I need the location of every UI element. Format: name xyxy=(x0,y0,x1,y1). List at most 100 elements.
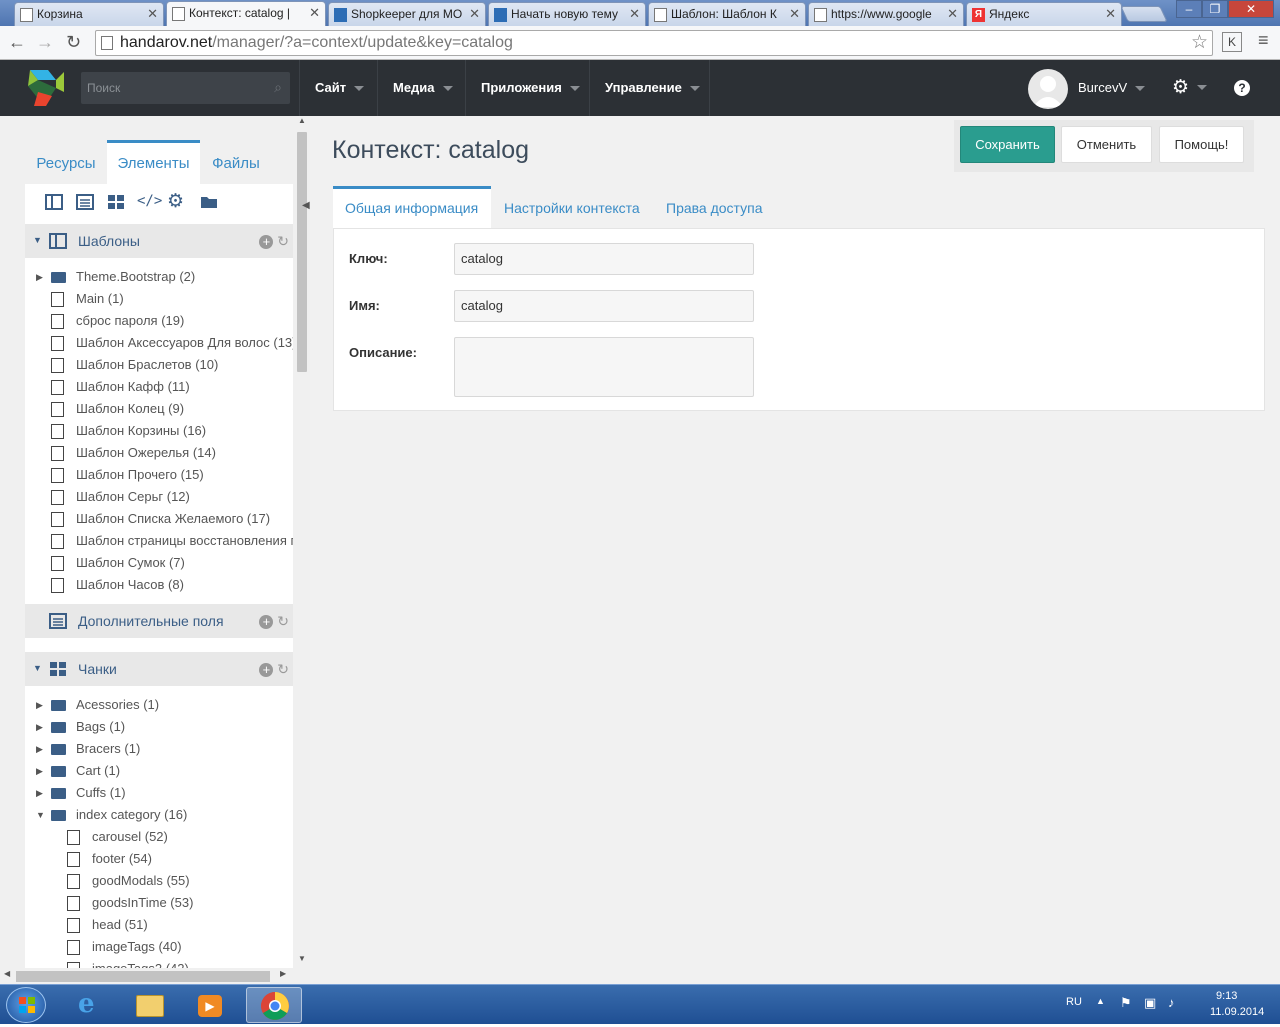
search-input[interactable]: Поиск ⌕ xyxy=(81,72,290,104)
caret-right-icon[interactable]: ▶ xyxy=(36,760,43,782)
menu-media[interactable]: Медиа xyxy=(377,60,465,116)
template-item[interactable]: Шаблон Колец (9) xyxy=(25,398,293,420)
close-icon[interactable]: ✕ xyxy=(309,5,320,21)
refresh-icon[interactable]: ↻ xyxy=(277,661,289,677)
menu-icon[interactable]: ≡ xyxy=(1258,30,1269,51)
chunk-category[interactable]: ▶ Cart (1) xyxy=(25,760,293,782)
template-item[interactable]: Шаблон Браслетов (10) xyxy=(25,354,293,376)
template-item[interactable]: ▶ Theme.Bootstrap (2) xyxy=(25,266,293,288)
caret-right-icon[interactable]: ▶ xyxy=(36,782,43,804)
reload-icon[interactable]: ↻ xyxy=(66,32,81,53)
internet-explorer-icon[interactable]: e xyxy=(62,987,118,1023)
close-window-button[interactable]: ✕ xyxy=(1228,0,1274,18)
chunk-category[interactable]: ▶ Bags (1) xyxy=(25,716,293,738)
extension-button[interactable]: K xyxy=(1222,32,1242,52)
close-icon[interactable]: ✕ xyxy=(147,6,158,22)
caret-right-icon[interactable]: ▶ xyxy=(36,716,43,738)
browser-tab[interactable]: Я Яндекс ✕ xyxy=(966,2,1122,26)
chunk-item[interactable]: carousel (52) xyxy=(25,826,293,848)
chunk-item[interactable]: imageTags2 (42) xyxy=(25,958,293,968)
caret-down-icon[interactable]: ▼ xyxy=(33,235,42,245)
tab-files[interactable]: Файлы xyxy=(200,140,272,184)
template-item[interactable]: Шаблон Часов (8) xyxy=(25,574,293,596)
menu-manage[interactable]: Управление xyxy=(589,60,710,116)
chrome-icon[interactable] xyxy=(246,987,302,1023)
address-bar[interactable]: handarov.net/manager/?a=context/update&k… xyxy=(95,30,1213,56)
restore-window-button[interactable]: ❐ xyxy=(1202,0,1228,18)
refresh-icon[interactable]: ↻ xyxy=(277,233,289,249)
menu-apps[interactable]: Приложения xyxy=(465,60,589,116)
tab-resources[interactable]: Ресурсы xyxy=(25,140,107,184)
name-field[interactable]: catalog xyxy=(454,290,754,322)
help-button[interactable]: Помощь! xyxy=(1159,126,1244,163)
chunks-icon[interactable] xyxy=(107,194,125,210)
chunk-category[interactable]: ▶ Acessories (1) xyxy=(25,694,293,716)
close-icon[interactable]: ✕ xyxy=(947,6,958,22)
template-item[interactable]: Main (1) xyxy=(25,288,293,310)
tree-horizontal-scrollbar-thumb[interactable] xyxy=(16,971,270,982)
template-item[interactable]: Шаблон страницы восстановления пароля xyxy=(25,530,293,552)
key-field[interactable]: catalog xyxy=(454,243,754,275)
modx-logo-icon[interactable] xyxy=(26,68,66,108)
chunk-category[interactable]: ▶ Bracers (1) xyxy=(25,738,293,760)
tab-general-info[interactable]: Общая информация xyxy=(333,186,491,228)
tvs-icon[interactable] xyxy=(76,194,94,210)
template-item[interactable]: Шаблон Прочего (15) xyxy=(25,464,293,486)
scroll-down-icon[interactable]: ▼ xyxy=(298,954,306,963)
snippets-icon[interactable]: </> xyxy=(137,193,162,209)
forward-icon[interactable]: → xyxy=(36,32,54,53)
close-icon[interactable]: ✕ xyxy=(1105,6,1116,22)
search-icon[interactable]: ⌕ xyxy=(274,79,282,96)
tray-expand-icon[interactable]: ▲ xyxy=(1096,996,1105,1006)
chunk-category[interactable]: ▶ Cuffs (1) xyxy=(25,782,293,804)
template-item[interactable]: Шаблон Кафф (11) xyxy=(25,376,293,398)
save-button[interactable]: Сохранить xyxy=(960,126,1055,163)
browser-tab[interactable]: https://www.google ✕ xyxy=(808,2,964,26)
tvs-section-header[interactable]: Дополнительные поля + ↻ xyxy=(25,604,293,638)
template-item[interactable]: сброс пароля (19) xyxy=(25,310,293,332)
browser-tab[interactable]: Шаблон: Шаблон К ✕ xyxy=(648,2,806,26)
menu-site[interactable]: Сайт xyxy=(299,60,377,116)
media-player-icon[interactable]: ▶ xyxy=(182,987,238,1023)
add-icon[interactable]: + xyxy=(259,235,274,249)
caret-right-icon[interactable]: ▶ xyxy=(36,694,43,716)
back-icon[interactable]: ← xyxy=(8,32,26,53)
chunk-item[interactable]: goodModals (55) xyxy=(25,870,293,892)
browser-tab[interactable]: Корзина ✕ xyxy=(14,2,164,26)
template-item[interactable]: Шаблон Серьг (12) xyxy=(25,486,293,508)
network-icon[interactable]: ▣ xyxy=(1144,995,1156,1011)
chunk-item[interactable]: footer (54) xyxy=(25,848,293,870)
chunk-item[interactable]: head (51) xyxy=(25,914,293,936)
browser-tab[interactable]: Начать новую тему ✕ xyxy=(488,2,646,26)
templates-icon[interactable] xyxy=(45,194,63,210)
language-indicator[interactable]: RU xyxy=(1066,996,1082,1008)
refresh-icon[interactable]: ↻ xyxy=(277,613,289,629)
template-item[interactable]: Шаблон Ожерелья (14) xyxy=(25,442,293,464)
settings-menu[interactable]: ⚙ xyxy=(1172,76,1208,99)
help-icon[interactable]: ? xyxy=(1234,80,1250,96)
tab-access-rights[interactable]: Права доступа xyxy=(654,186,774,228)
bookmark-star-icon[interactable]: ☆ xyxy=(1191,31,1208,55)
description-field[interactable] xyxy=(454,337,754,397)
new-tab-button[interactable] xyxy=(1120,6,1168,22)
close-icon[interactable]: ✕ xyxy=(629,6,640,22)
clock-date[interactable]: 11.09.2014 xyxy=(1210,1006,1264,1018)
caret-right-icon[interactable]: ▶ xyxy=(36,738,43,760)
collapse-panel-icon[interactable]: ◀ xyxy=(302,200,310,211)
close-icon[interactable]: ✕ xyxy=(789,6,800,22)
add-icon[interactable]: + xyxy=(259,663,274,677)
chunk-item[interactable]: imageTags (40) xyxy=(25,936,293,958)
avatar[interactable] xyxy=(1028,69,1068,109)
tab-context-settings[interactable]: Настройки контекста xyxy=(492,186,652,228)
caret-down-icon[interactable]: ▼ xyxy=(33,663,42,673)
volume-icon[interactable]: ♪ xyxy=(1168,995,1175,1010)
template-item[interactable]: Шаблон Списка Желаемого (17) xyxy=(25,508,293,530)
browser-tab[interactable]: Shopkeeper для MO ✕ xyxy=(328,2,486,26)
chunk-category[interactable]: ▼ index category (16) xyxy=(25,804,293,826)
add-icon[interactable]: + xyxy=(259,615,274,629)
flag-icon[interactable]: ⚑ xyxy=(1120,995,1132,1011)
scroll-right-icon[interactable]: ▶ xyxy=(280,969,286,978)
close-icon[interactable]: ✕ xyxy=(469,6,480,22)
tab-elements[interactable]: Элементы xyxy=(107,140,200,184)
minimize-window-button[interactable]: – xyxy=(1176,0,1202,18)
